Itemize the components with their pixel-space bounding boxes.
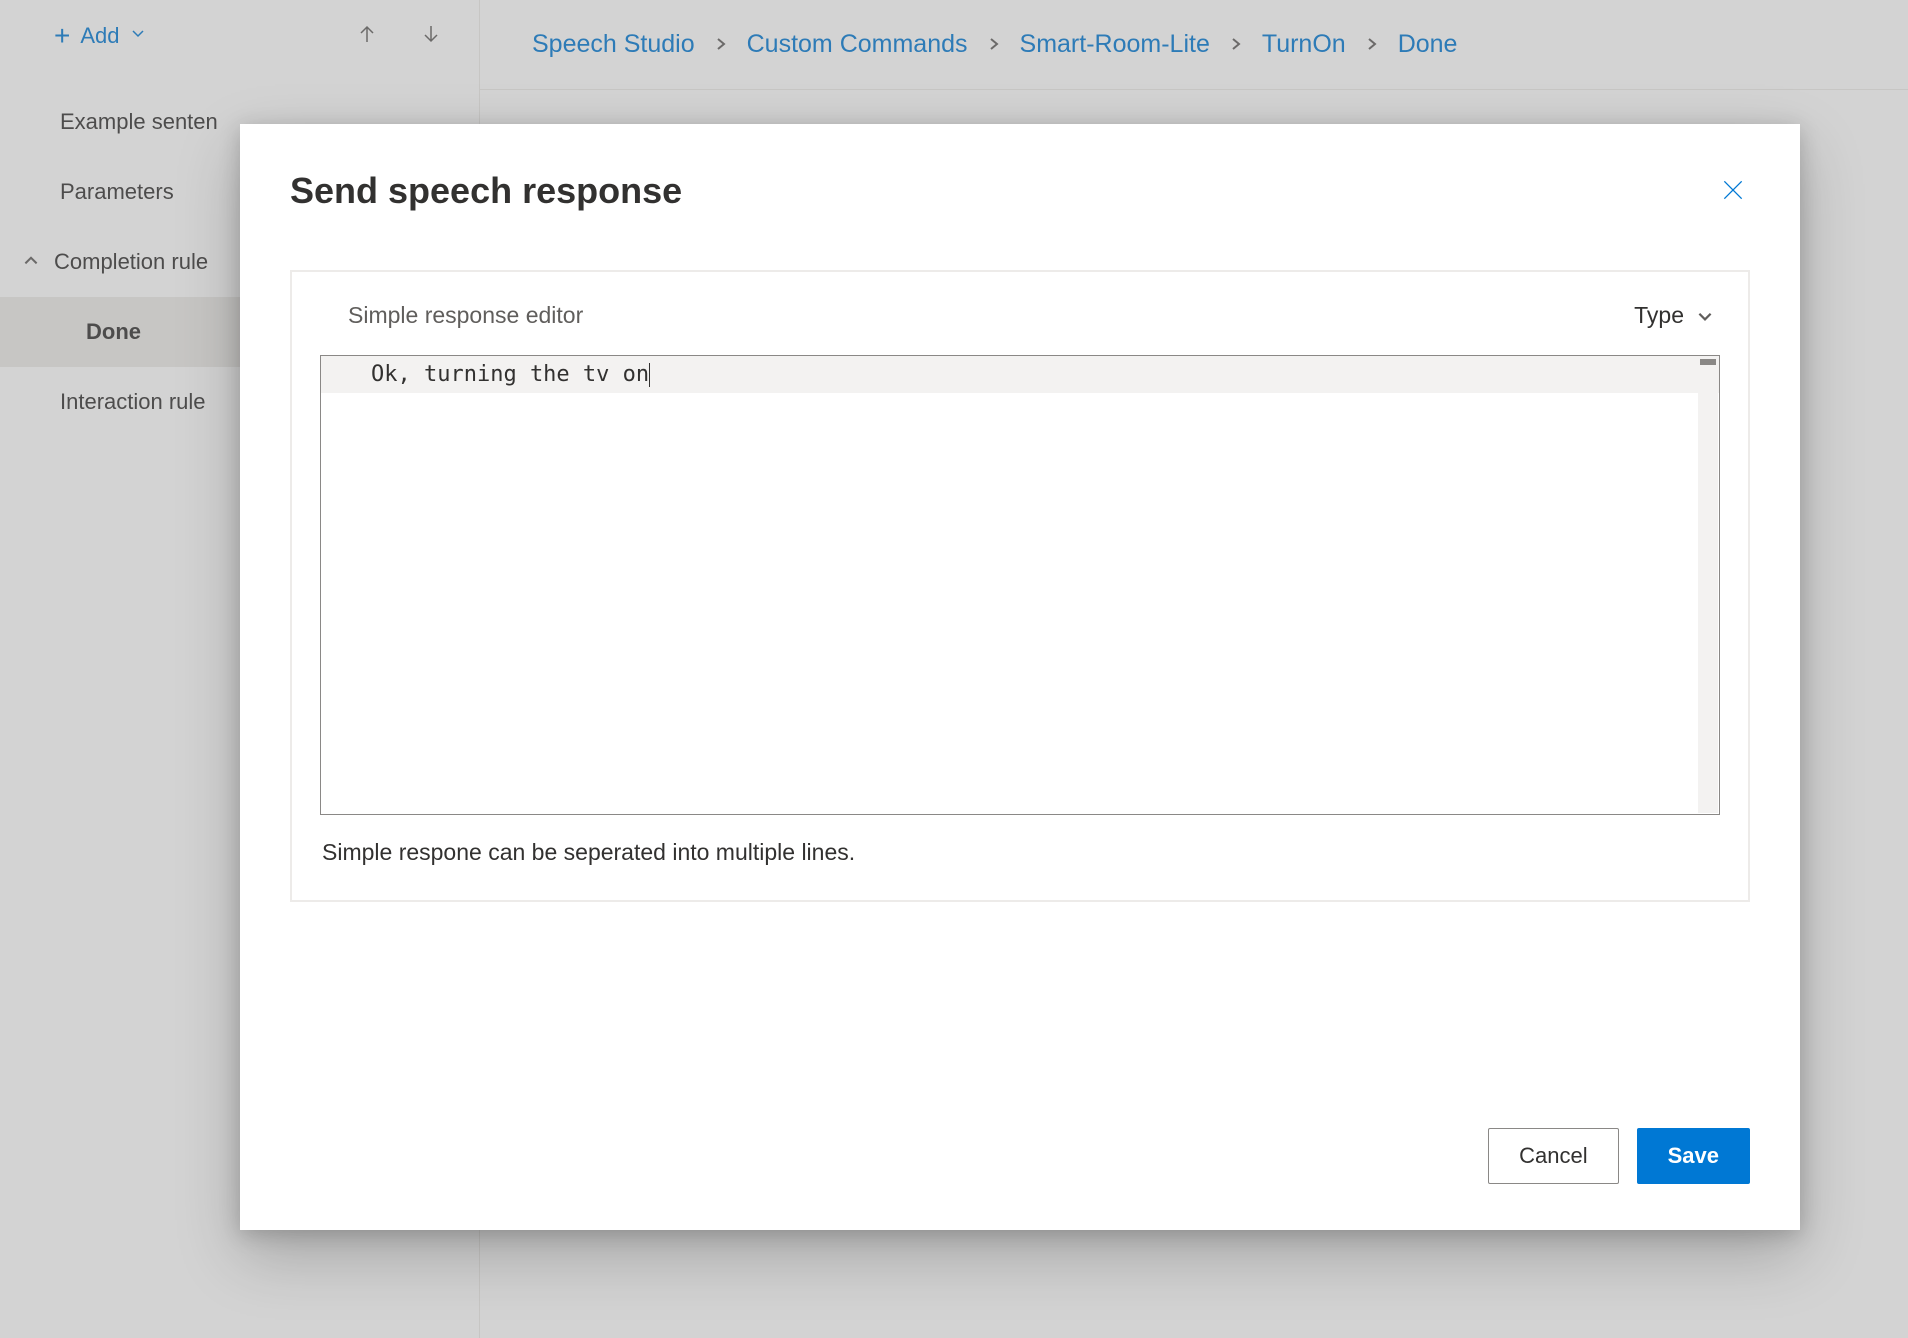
breadcrumb: Speech Studio Custom Commands Smart-Room… <box>480 0 1908 90</box>
crumb-done[interactable]: Done <box>1398 30 1458 59</box>
editor-label: Simple response editor <box>348 302 583 329</box>
send-speech-response-modal: Send speech response Simple response edi… <box>240 124 1800 1230</box>
completion-rules-label: Completion rule <box>54 249 208 275</box>
chevron-right-icon <box>1228 30 1244 59</box>
editor-card-header: Simple response editor Type <box>320 302 1720 355</box>
chevron-down-icon <box>130 25 146 46</box>
type-dropdown[interactable]: Type <box>1634 302 1714 329</box>
add-button-label: Add <box>80 23 119 49</box>
response-text-line: Ok, turning the tv on <box>321 356 1719 393</box>
chevron-down-icon <box>1696 307 1714 325</box>
modal-title: Send speech response <box>290 170 682 212</box>
save-button[interactable]: Save <box>1637 1128 1750 1184</box>
plus-icon: + <box>54 22 70 50</box>
crumb-custom-commands[interactable]: Custom Commands <box>747 30 968 59</box>
add-button[interactable]: + Add <box>54 22 146 50</box>
chevron-right-icon <box>713 30 729 59</box>
chevron-right-icon <box>1364 30 1380 59</box>
modal-footer: Cancel Save <box>290 1104 1750 1184</box>
modal-header: Send speech response <box>290 170 1750 212</box>
chevron-up-icon <box>22 249 40 275</box>
response-text: Ok, turning the tv on <box>371 362 649 387</box>
type-label: Type <box>1634 302 1684 329</box>
close-icon <box>1720 177 1746 203</box>
editor-card: Simple response editor Type Ok, turning … <box>290 270 1750 902</box>
cancel-button[interactable]: Cancel <box>1488 1128 1618 1184</box>
arrow-down-icon <box>419 22 443 46</box>
move-down-button[interactable] <box>407 16 455 55</box>
response-editor[interactable]: Ok, turning the tv on <box>320 355 1720 815</box>
scrollbar-thumb[interactable] <box>1700 359 1716 365</box>
move-up-button[interactable] <box>343 16 391 55</box>
crumb-speech-studio[interactable]: Speech Studio <box>532 30 695 59</box>
crumb-smart-room-lite[interactable]: Smart-Room-Lite <box>1020 30 1210 59</box>
scrollbar-track[interactable] <box>1698 357 1718 813</box>
close-button[interactable] <box>1716 173 1750 210</box>
crumb-turnon[interactable]: TurnOn <box>1262 30 1346 59</box>
arrow-up-icon <box>355 22 379 46</box>
chevron-right-icon <box>986 30 1002 59</box>
text-cursor <box>649 363 650 387</box>
editor-helper-text: Simple respone can be seperated into mul… <box>320 815 1720 866</box>
sidebar-toolbar: + Add <box>0 0 479 71</box>
